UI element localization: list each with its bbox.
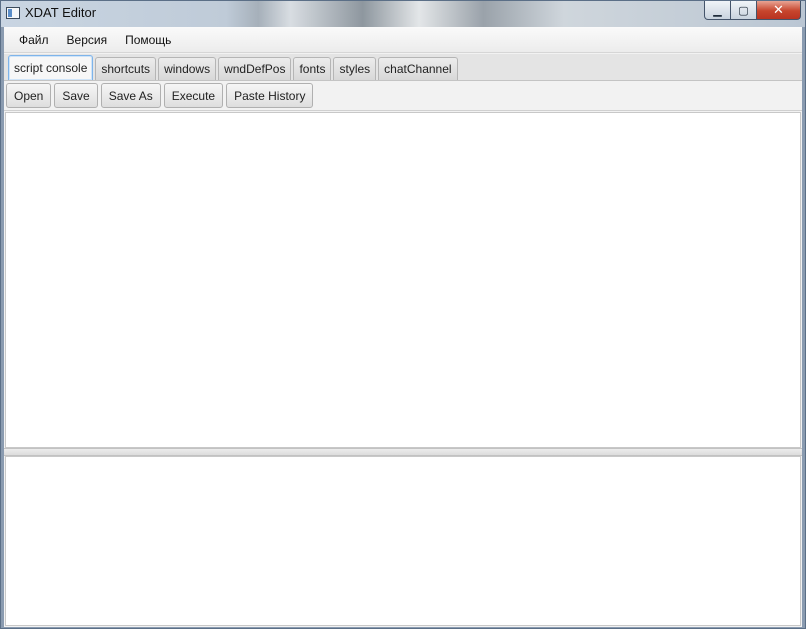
open-button[interactable]: Open <box>6 83 52 108</box>
tab-fonts[interactable]: fonts <box>293 57 332 80</box>
maximize-button[interactable]: ▢ <box>731 1 757 20</box>
script-editor[interactable] <box>5 112 801 448</box>
title-bar[interactable]: XDAT Editor ▁ ▢ ✕ <box>1 1 805 27</box>
menu-version[interactable]: Версия <box>58 33 117 47</box>
tab-chat-channel[interactable]: chatChannel <box>378 57 458 80</box>
save-button[interactable]: Save <box>54 83 98 108</box>
close-button[interactable]: ✕ <box>757 1 801 20</box>
tab-label: shortcuts <box>101 62 151 76</box>
save-as-button[interactable]: Save As <box>100 83 161 108</box>
tab-label: fonts <box>299 62 326 76</box>
paste-history-button[interactable]: Paste History <box>226 83 314 108</box>
tab-shortcuts[interactable]: shortcuts <box>95 57 157 80</box>
tab-label: windows <box>164 62 211 76</box>
tab-label: script console <box>14 61 88 75</box>
tab-windows[interactable]: windows <box>158 57 217 80</box>
minimize-button[interactable]: ▁ <box>704 1 731 20</box>
client-area: Файл Версия Помощь script console shortc… <box>4 27 802 627</box>
toolbar: Open Save Save As Execute Paste History <box>4 81 802 111</box>
split-pane-divider[interactable] <box>4 448 802 456</box>
window-controls: ▁ ▢ ✕ <box>704 1 801 20</box>
tab-wnddefpos[interactable]: wndDefPos <box>218 57 292 80</box>
tab-label: wndDefPos <box>224 62 286 76</box>
app-icon <box>6 7 20 19</box>
menu-bar: Файл Версия Помощь <box>4 27 802 53</box>
window-title: XDAT Editor <box>25 5 97 20</box>
tab-styles[interactable]: styles <box>333 57 377 80</box>
tab-script-console[interactable]: script console <box>8 55 94 80</box>
execute-button[interactable]: Execute <box>163 83 224 108</box>
menu-file[interactable]: Файл <box>10 33 58 47</box>
menu-help[interactable]: Помощь <box>116 33 180 47</box>
maximize-icon: ▢ <box>738 3 749 17</box>
minimize-icon: ▁ <box>713 3 722 17</box>
close-icon: ✕ <box>773 2 784 18</box>
app-window: XDAT Editor ▁ ▢ ✕ Файл Версия Помощь scr… <box>0 0 806 629</box>
tab-label: chatChannel <box>384 62 452 76</box>
tab-label: styles <box>339 62 371 76</box>
output-console[interactable] <box>5 456 801 626</box>
tab-bar: script console shortcuts windows wndDefP… <box>4 54 802 81</box>
